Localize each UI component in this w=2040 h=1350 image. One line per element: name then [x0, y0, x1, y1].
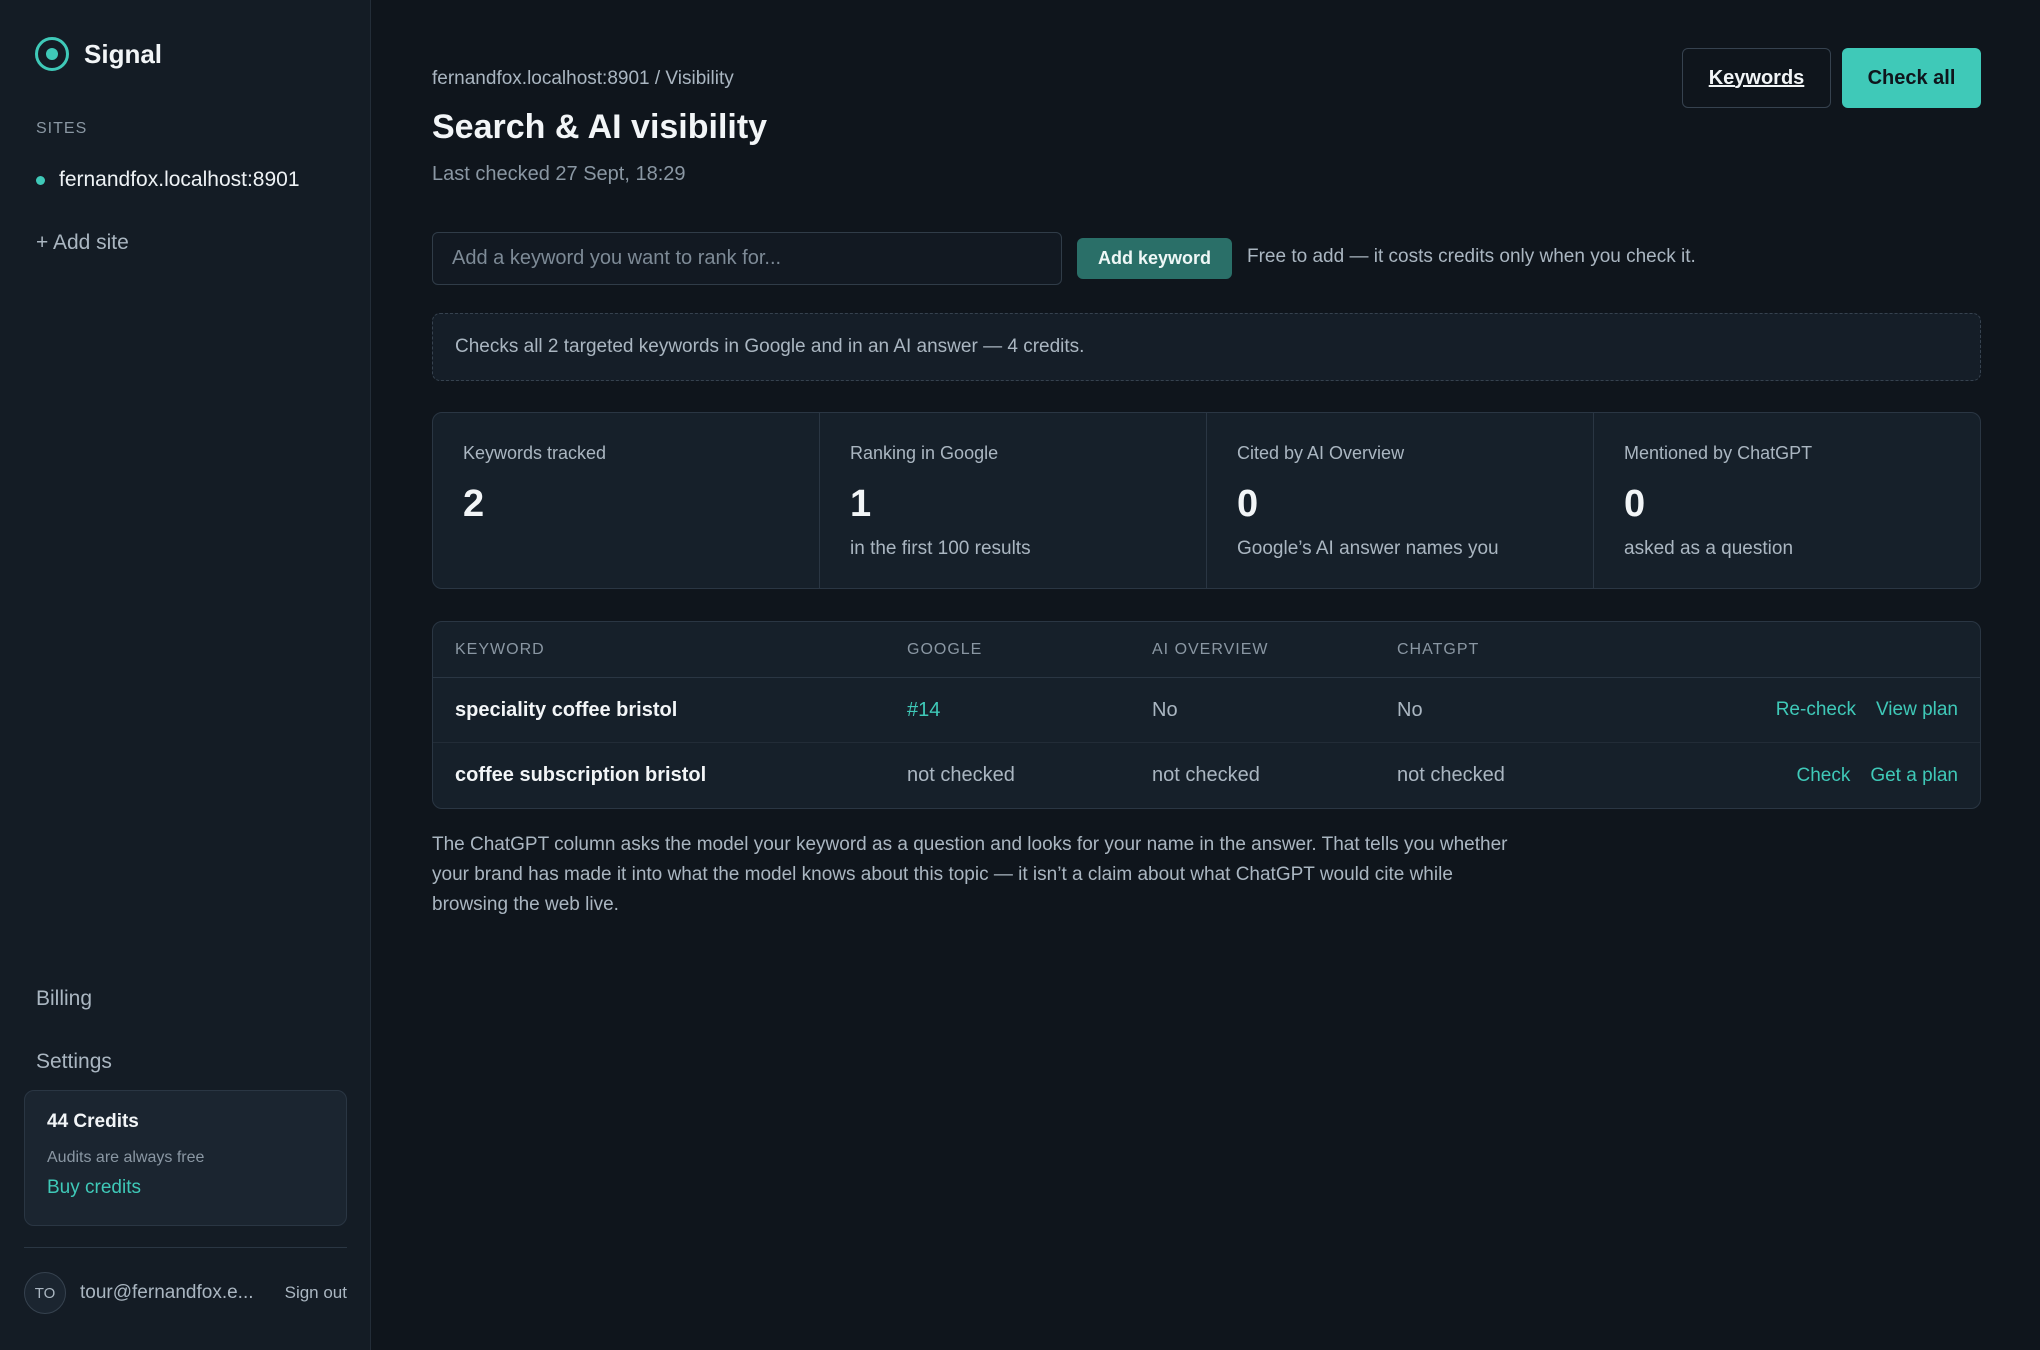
sidebar-item-site[interactable]: fernandfox.localhost:8901 — [36, 168, 300, 192]
add-site-link[interactable]: + Add site — [36, 231, 129, 255]
sidebar-divider — [24, 1247, 347, 1248]
google-rank-cell: not checked — [907, 764, 1015, 786]
keyword-input[interactable] — [432, 232, 1062, 285]
credits-balance: 44 Credits — [47, 1111, 139, 1132]
signal-logo-icon — [35, 37, 69, 71]
get-plan-link[interactable]: Get a plan — [1870, 765, 1958, 787]
sites-section-label: SITES — [36, 120, 88, 137]
user-email: tour@fernandfox.e... — [80, 1282, 254, 1303]
credits-subtitle: Audits are always free — [47, 1149, 205, 1166]
stat-value: 1 — [850, 483, 872, 525]
buy-credits-link[interactable]: Buy credits — [47, 1177, 324, 1199]
stat-cited-ai-overview: Cited by AI Overview 0 Google’s AI answe… — [1207, 413, 1594, 588]
sidebar-item-settings[interactable]: Settings — [36, 1050, 112, 1074]
stat-value: 0 — [1237, 483, 1259, 525]
column-header-chatgpt: CHATGPT — [1397, 640, 1480, 658]
view-plan-link[interactable]: View plan — [1876, 699, 1958, 721]
table-row: speciality coffee bristol #14 No No Re-c… — [433, 678, 1980, 743]
sidebar-item-billing[interactable]: Billing — [36, 987, 92, 1011]
site-label: fernandfox.localhost:8901 — [59, 168, 300, 191]
stat-sub: Google’s AI answer names you — [1237, 538, 1499, 559]
stat-label: Cited by AI Overview — [1237, 443, 1405, 463]
add-keyword-note: Free to add — it costs credits only when… — [1247, 246, 1696, 267]
stat-label: Ranking in Google — [850, 443, 999, 463]
avatar[interactable]: TO — [24, 1272, 66, 1314]
credits-card: 44 Credits Audits are always free Buy cr… — [24, 1090, 347, 1226]
row-actions: Re-check View plan — [1776, 699, 1958, 721]
ai-overview-cell: No — [1152, 698, 1178, 721]
page-title: Search & AI visibility — [432, 108, 768, 146]
user-row: TO tour@fernandfox.e... Sign out — [24, 1272, 347, 1314]
active-site-dot-icon — [36, 175, 45, 185]
google-rank-cell: #14 — [907, 698, 941, 721]
stat-value: 2 — [463, 483, 485, 525]
brand-name: Signal — [84, 38, 163, 69]
column-header-keyword: KEYWORD — [455, 640, 545, 658]
breadcrumb: fernandfox.localhost:8901 / Visibility — [432, 68, 734, 89]
stat-label: Keywords tracked — [463, 443, 607, 463]
ai-overview-cell: not checked — [1152, 764, 1260, 786]
chatgpt-cell: not checked — [1397, 764, 1505, 786]
column-header-ai-overview: AI OVERVIEW — [1152, 640, 1269, 658]
stat-label: Mentioned by ChatGPT — [1624, 443, 1813, 463]
main-content: fernandfox.localhost:8901 / Visibility S… — [432, 0, 1981, 1350]
check-all-info-banner: Checks all 2 targeted keywords in Google… — [432, 313, 1981, 381]
stat-keywords-tracked: Keywords tracked 2 — [433, 413, 820, 588]
column-header-google: GOOGLE — [907, 640, 983, 658]
stat-ranking-google: Ranking in Google 1 in the first 100 res… — [820, 413, 1207, 588]
recheck-link[interactable]: Re-check — [1776, 699, 1856, 721]
brand[interactable]: Signal — [35, 37, 162, 71]
stat-sub: in the first 100 results — [850, 538, 1031, 559]
last-checked: Last checked 27 Sept, 18:29 — [432, 163, 686, 185]
add-keyword-button[interactable]: Add keyword — [1077, 238, 1232, 279]
keyword-cell: speciality coffee bristol — [455, 698, 678, 721]
row-actions: Check Get a plan — [1796, 765, 1958, 787]
chatgpt-cell: No — [1397, 698, 1423, 721]
stat-mentioned-chatgpt: Mentioned by ChatGPT 0 asked as a questi… — [1594, 413, 1980, 588]
table-header: KEYWORD GOOGLE AI OVERVIEW CHATGPT — [433, 622, 1980, 678]
keywords-table: KEYWORD GOOGLE AI OVERVIEW CHATGPT speci… — [432, 621, 1981, 809]
sign-out-link[interactable]: Sign out — [285, 1283, 347, 1303]
check-link[interactable]: Check — [1796, 765, 1850, 787]
stat-sub: asked as a question — [1624, 538, 1794, 559]
stats-panel: Keywords tracked 2 Ranking in Google 1 i… — [432, 412, 1981, 589]
keyword-cell: coffee subscription bristol — [455, 764, 707, 786]
sidebar: Signal SITES fernandfox.localhost:8901 +… — [0, 0, 371, 1350]
table-row: coffee subscription bristol not checked … — [433, 743, 1980, 808]
chatgpt-column-footnote: The ChatGPT column asks the model your k… — [432, 834, 1508, 915]
keywords-button[interactable]: Keywords — [1682, 48, 1831, 108]
check-all-button[interactable]: Check all — [1842, 48, 1981, 108]
stat-value: 0 — [1624, 483, 1646, 525]
